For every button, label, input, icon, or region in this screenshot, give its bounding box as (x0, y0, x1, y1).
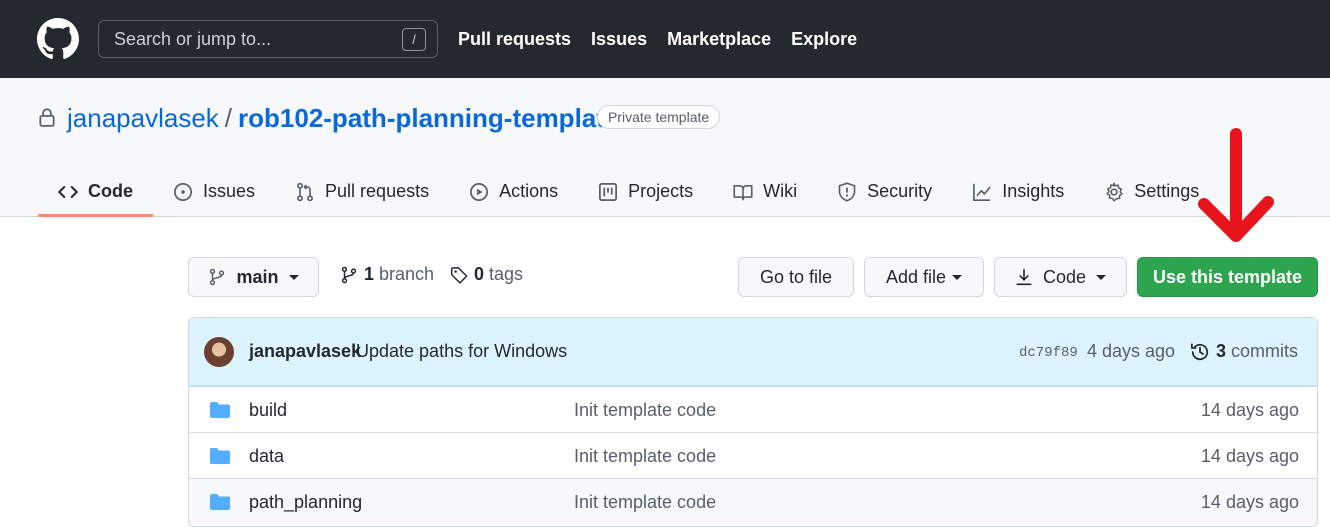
tab-projects[interactable]: Projects (578, 166, 713, 217)
chevron-down-icon (288, 274, 299, 280)
branch-select-button[interactable]: main (188, 257, 319, 297)
file-commit-message-link[interactable]: Init template code (574, 492, 716, 513)
table-row[interactable]: build Init template code 14 days ago (189, 386, 1317, 432)
file-name-link[interactable]: build (249, 400, 287, 421)
private-template-badge: Private template (597, 105, 721, 129)
code-download-button[interactable]: Code (994, 257, 1127, 297)
issue-opened-icon (174, 182, 192, 201)
history-icon (1191, 342, 1209, 360)
download-icon (1016, 268, 1032, 286)
file-name-link[interactable]: path_planning (249, 492, 362, 513)
file-name-link[interactable]: data (249, 446, 284, 467)
tags-link[interactable]: 0 tags (450, 264, 523, 285)
avatar[interactable] (204, 337, 234, 367)
slash-shortcut-key: / (402, 28, 426, 51)
table-row[interactable]: path_planning Init template code 14 days… (189, 478, 1317, 524)
tag-count-label: tags (489, 264, 524, 284)
commit-author-link[interactable]: janapavlasek (249, 341, 361, 362)
folder-icon (210, 494, 230, 510)
file-listing: janapavlasek Update paths for Windows dc… (188, 317, 1318, 527)
branches-link[interactable]: 1 branch (340, 264, 434, 285)
tag-count: 0 (474, 264, 485, 284)
latest-commit-bar: janapavlasek Update paths for Windows dc… (189, 318, 1317, 386)
go-to-file-button[interactable]: Go to file (738, 257, 854, 297)
tab-label: Wiki (763, 181, 798, 201)
tab-label: Projects (628, 181, 694, 201)
red-arrow-annotation-icon (1198, 128, 1274, 242)
book-icon (733, 184, 753, 200)
repo-header: janapavlasek / rob102-path-planning-templa… (0, 78, 1330, 217)
nav-explore[interactable]: Explore (791, 29, 857, 50)
search-box[interactable]: / (98, 20, 438, 58)
tab-label: Pull requests (325, 181, 430, 201)
file-age: 14 days ago (1200, 446, 1299, 466)
tab-wiki[interactable]: Wiki (713, 166, 817, 217)
lock-icon (39, 108, 55, 127)
branch-name: main (236, 266, 279, 287)
file-age: 14 days ago (1200, 492, 1299, 512)
play-icon (470, 182, 489, 201)
repo-tabs: Code Issues Pull requests Actions Projec… (38, 166, 1219, 217)
git-branch-icon (210, 268, 225, 286)
tab-security[interactable]: Security (817, 166, 952, 217)
repo-separator: / (224, 103, 233, 133)
graph-icon (973, 183, 991, 201)
file-commit-message-link[interactable]: Init template code (574, 446, 716, 467)
gear-icon (1106, 182, 1123, 201)
chevron-down-icon (1096, 274, 1107, 280)
search-input[interactable] (114, 21, 384, 57)
tab-label: Security (867, 181, 933, 201)
folder-icon (210, 448, 230, 464)
add-file-button[interactable]: Add file (864, 257, 984, 297)
global-header: / Pull requests Issues Marketplace Explo… (0, 0, 1330, 78)
nav-pull-requests[interactable]: Pull requests (458, 29, 571, 50)
tab-label: Insights (1002, 181, 1065, 201)
use-this-template-button[interactable]: Use this template (1137, 257, 1318, 297)
repo-name-link[interactable]: rob102-path-planning-template (238, 103, 619, 133)
shield-icon (838, 181, 856, 202)
repo-owner-link[interactable]: janapavlasek (67, 103, 219, 133)
commit-message-link[interactable]: Update paths for Windows (356, 341, 567, 362)
file-age: 14 days ago (1200, 400, 1299, 420)
commit-count: 3 (1216, 341, 1227, 361)
github-logo-icon[interactable] (37, 18, 79, 60)
folder-icon (210, 402, 230, 418)
file-commit-message-link[interactable]: Init template code (574, 400, 716, 421)
table-row[interactable]: data Init template code 14 days ago (189, 432, 1317, 478)
tag-icon (450, 266, 468, 284)
tab-pull-requests[interactable]: Pull requests (275, 166, 449, 217)
button-label: Add file (885, 266, 947, 287)
chevron-down-icon (952, 274, 963, 280)
commit-history-link[interactable]: 3 commits (1190, 341, 1298, 362)
branch-count-label: branch (379, 264, 435, 284)
button-label: Go to file (759, 266, 833, 287)
commit-sha-link[interactable]: dc79f89 (1019, 345, 1078, 361)
project-icon (599, 182, 618, 201)
repo-title: janapavlasek / rob102-path-planning-templa… (67, 103, 619, 134)
tab-label: Issues (203, 181, 256, 201)
git-branch-icon (341, 266, 357, 283)
nav-marketplace[interactable]: Marketplace (667, 29, 771, 50)
button-label: Code (1042, 266, 1087, 287)
global-nav: Pull requests Issues Marketplace Explore (458, 0, 877, 78)
commit-age: 4 days ago (1087, 341, 1176, 361)
button-label: Use this template (1152, 266, 1303, 287)
tab-label: Settings (1134, 181, 1200, 201)
commit-count-label: commits (1231, 341, 1299, 361)
code-icon (58, 185, 78, 198)
git-pull-request-icon (297, 182, 313, 201)
tab-actions[interactable]: Actions (449, 166, 578, 217)
tab-label: Code (88, 181, 133, 201)
tab-issues[interactable]: Issues (153, 166, 275, 217)
nav-issues[interactable]: Issues (591, 29, 647, 50)
tab-label: Actions (499, 181, 559, 201)
tab-insights[interactable]: Insights (952, 166, 1084, 217)
tab-code[interactable]: Code (38, 166, 153, 217)
branch-count: 1 (364, 264, 375, 284)
